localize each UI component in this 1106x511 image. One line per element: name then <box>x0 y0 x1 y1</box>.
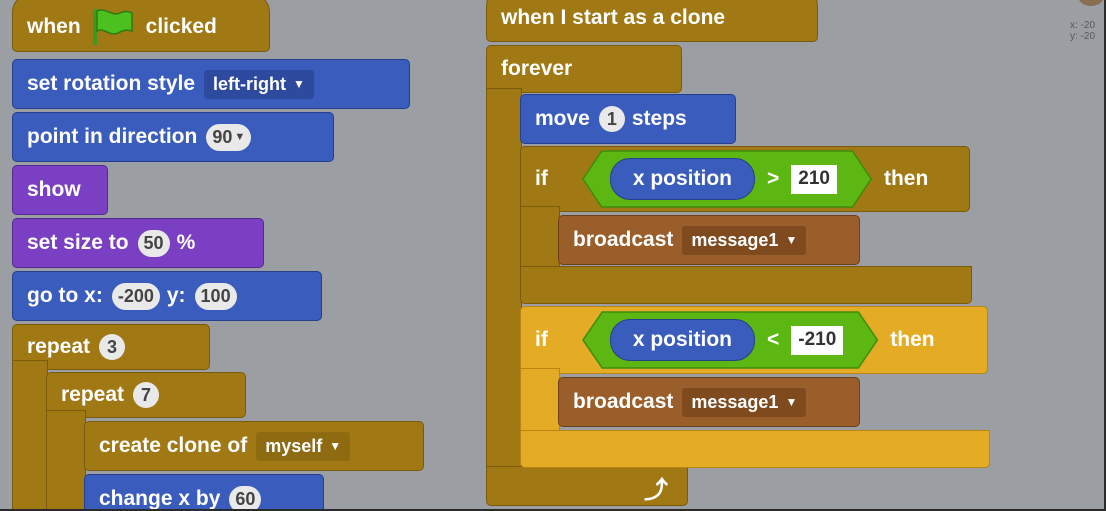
move-unit: steps <box>631 107 687 130</box>
scripts-area[interactable]: when clicked set rotation style left-rig… <box>0 0 1106 511</box>
sprite-position-readout: x: -20 y: -20 <box>1070 20 1095 42</box>
show-label: show <box>27 178 81 201</box>
chevron-down-icon: ▼ <box>785 395 798 409</box>
x-position-reporter[interactable]: x position <box>609 158 755 200</box>
broadcast2-label: broadcast <box>573 390 674 413</box>
sprite-y-readout: y: -20 <box>1070 31 1096 42</box>
clone-label: create clone of <box>99 434 248 457</box>
chevron-down-icon: ▼ <box>293 77 305 91</box>
message2-value: message1 <box>691 391 779 412</box>
if1-arm <box>520 206 560 274</box>
changex-label: change x by <box>99 487 221 510</box>
loop-arrow-icon: ⤴ <box>644 477 668 504</box>
repeat-inner-label: repeat <box>61 383 125 406</box>
compare-value-input[interactable]: -210 <box>791 325 844 355</box>
rotation-style-dropdown[interactable]: left-right ▼ <box>204 69 314 99</box>
compare-value-input[interactable]: 210 <box>791 164 837 194</box>
if2-arm <box>520 368 560 438</box>
point-in-direction-block[interactable]: point in direction 90 ▼ <box>12 112 334 162</box>
if-block-2[interactable]: if x position < -210 then <box>520 306 988 374</box>
chevron-down-icon: ▼ <box>329 439 342 453</box>
operator-symbol: < <box>767 328 780 351</box>
when-label: when <box>27 15 81 38</box>
message-dropdown-1[interactable]: message1 ▼ <box>682 225 807 255</box>
set-size-block[interactable]: set size to 50 % <box>12 218 264 268</box>
chevron-down-icon: ▼ <box>785 233 798 247</box>
repeat-outer-input[interactable]: 3 <box>99 334 126 360</box>
chevron-down-icon: ▼ <box>234 131 246 143</box>
x-position-reporter[interactable]: x position <box>609 319 755 361</box>
if2-then-label: then <box>890 328 935 351</box>
if-block-1[interactable]: if x position > 210 then <box>520 146 970 212</box>
move-steps-block[interactable]: move 1 steps <box>520 94 736 144</box>
rotation-label: set rotation style <box>27 72 196 95</box>
create-clone-block[interactable]: create clone of myself ▼ <box>84 421 424 471</box>
if1-label: if <box>535 167 548 190</box>
broadcast1-label: broadcast <box>573 228 674 251</box>
clicked-label: clicked <box>145 15 217 38</box>
goto-x-input[interactable]: -200 <box>111 282 160 310</box>
less-than-operator[interactable]: x position < -210 <box>581 311 879 369</box>
operator-symbol: > <box>767 167 780 190</box>
green-flag-icon <box>90 7 134 47</box>
move-steps-input[interactable]: 1 <box>598 106 625 132</box>
if2-bottom <box>520 430 990 468</box>
size-unit: % <box>176 231 196 254</box>
clone-target-dropdown[interactable]: myself ▼ <box>256 431 351 461</box>
message1-value: message1 <box>691 229 779 250</box>
x-position-label: x position <box>632 167 732 190</box>
move-label: move <box>535 107 590 130</box>
if1-bottom <box>520 266 972 304</box>
when-i-start-as-clone-block[interactable]: when I start as a clone <box>486 0 818 42</box>
rotation-style-value: left-right <box>213 73 287 94</box>
go-to-xy-block[interactable]: go to x: -200 y: 100 <box>12 271 322 321</box>
show-block[interactable]: show <box>12 165 108 215</box>
sprite-thumbnail-icon <box>1078 0 1104 6</box>
direction-input[interactable]: 90 ▼ <box>206 123 252 151</box>
goto-x-label: go to x: <box>27 284 103 307</box>
forever-label: forever <box>501 57 573 80</box>
if2-label: if <box>535 328 548 351</box>
goto-y-label: y: <box>166 284 186 307</box>
clone-target-value: myself <box>265 435 323 456</box>
when-flag-clicked-block[interactable]: when clicked <box>12 0 270 52</box>
x-position-label: x position <box>632 328 732 351</box>
clone-hat-label: when I start as a clone <box>501 6 726 29</box>
forever-block[interactable]: forever <box>486 45 682 93</box>
if1-then-label: then <box>883 167 929 190</box>
message-dropdown-2[interactable]: message1 ▼ <box>682 387 807 417</box>
changex-input[interactable]: 60 <box>229 485 262 509</box>
size-label: set size to <box>27 231 129 254</box>
forever-arm <box>486 88 522 470</box>
sprite-x-readout: x: -20 <box>1070 20 1096 31</box>
repeat-inner-input[interactable]: 7 <box>133 382 160 408</box>
broadcast-block-1[interactable]: broadcast message1 ▼ <box>558 215 860 265</box>
repeat-inner-arm <box>46 410 86 509</box>
goto-y-input[interactable]: 100 <box>194 282 237 310</box>
broadcast-block-2[interactable]: broadcast message1 ▼ <box>558 377 860 427</box>
change-x-block[interactable]: change x by 60 <box>84 474 324 510</box>
repeat-outer-label: repeat <box>27 335 91 358</box>
greater-than-operator[interactable]: x position > 210 <box>581 150 872 208</box>
size-input[interactable]: 50 <box>137 229 170 257</box>
direction-value: 90 <box>212 126 233 147</box>
set-rotation-style-block[interactable]: set rotation style left-right ▼ <box>12 59 410 109</box>
direction-label: point in direction <box>27 125 198 148</box>
repeat-outer-arm <box>12 360 48 509</box>
